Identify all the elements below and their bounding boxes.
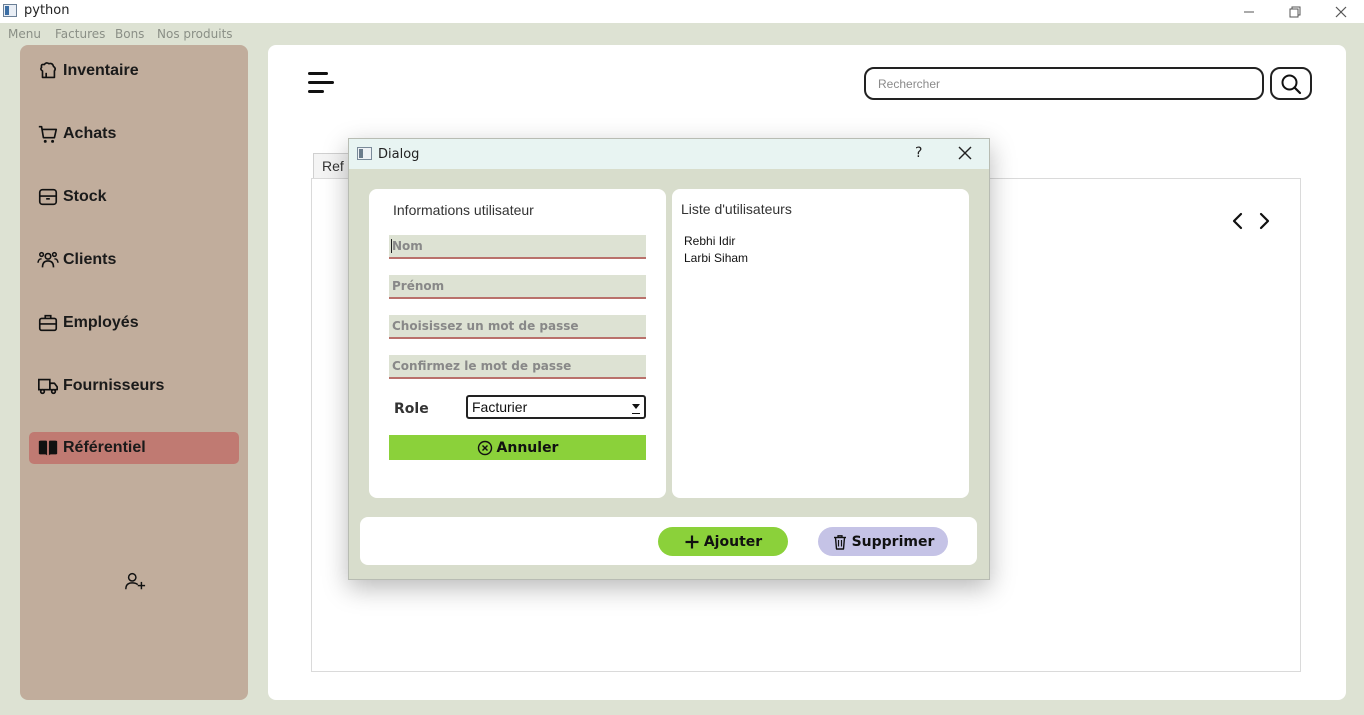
prev-arrow-icon[interactable] bbox=[1232, 212, 1243, 230]
ajouter-label: Ajouter bbox=[703, 533, 763, 550]
search-input[interactable]: Rechercher bbox=[864, 67, 1264, 100]
sidebar-item-inventaire[interactable]: Inventaire bbox=[29, 55, 239, 87]
menu-item-bons[interactable]: Bons bbox=[115, 27, 144, 41]
cart-icon bbox=[38, 125, 58, 143]
dialog-icon bbox=[357, 147, 372, 160]
sidebar-item-label: Référentiel bbox=[63, 439, 146, 456]
sidebar-item-stock[interactable]: Stock bbox=[29, 181, 239, 213]
menu-bar: Menu Factures Bons Nos produits bbox=[0, 23, 1364, 45]
sidebar-item-label: Clients bbox=[63, 251, 117, 268]
list-item[interactable]: Rebhi Idir bbox=[684, 234, 735, 248]
user-dialog: Dialog ? Informations utilisateur Nom Pr… bbox=[348, 138, 990, 580]
sidebar-item-label: Inventaire bbox=[63, 62, 139, 79]
sidebar-item-achats[interactable]: Achats bbox=[29, 118, 239, 150]
user-info-title: Informations utilisateur bbox=[393, 202, 534, 218]
supprimer-label: Supprimer bbox=[851, 533, 935, 550]
tab-referentiel[interactable]: Ref bbox=[313, 153, 353, 179]
hamburger-menu-icon[interactable] bbox=[308, 72, 334, 94]
confirm-password-field[interactable]: Confirmez le mot de passe bbox=[389, 355, 646, 379]
sidebar-item-label: Achats bbox=[63, 125, 117, 142]
plus-icon bbox=[685, 535, 699, 548]
nom-field[interactable]: Nom bbox=[389, 235, 646, 259]
search-button[interactable] bbox=[1270, 67, 1312, 100]
prenom-field[interactable]: Prénom bbox=[389, 275, 646, 299]
dialog-title: Dialog bbox=[378, 147, 420, 162]
search-icon bbox=[1281, 74, 1302, 94]
menu-item-nos-produits[interactable]: Nos produits bbox=[157, 27, 233, 41]
list-item[interactable]: Larbi Siham bbox=[684, 251, 748, 265]
user-list-title: Liste d'utilisateurs bbox=[681, 201, 792, 217]
next-arrow-icon[interactable] bbox=[1259, 212, 1270, 230]
role-select[interactable]: Facturier bbox=[466, 395, 646, 419]
sidebar-item-label: Stock bbox=[63, 188, 107, 205]
chevron-down-icon bbox=[632, 404, 640, 409]
pagination-arrows bbox=[1232, 212, 1270, 230]
sidebar-item-clients[interactable]: Clients bbox=[29, 244, 239, 276]
close-icon[interactable] bbox=[1318, 0, 1364, 23]
inventory-icon bbox=[40, 62, 56, 79]
supprimer-button[interactable]: Supprimer bbox=[818, 527, 948, 556]
user-list-card: Liste d'utilisateurs Rebhi Idir Larbi Si… bbox=[672, 189, 969, 498]
annuler-button[interactable]: Annuler bbox=[389, 435, 646, 460]
ajouter-button[interactable]: Ajouter bbox=[658, 527, 788, 556]
sidebar-item-fournisseurs[interactable]: Fournisseurs bbox=[29, 370, 239, 402]
actions-bar: Ajouter Supprimer bbox=[360, 517, 977, 565]
clients-icon bbox=[37, 251, 59, 268]
book-icon bbox=[38, 440, 58, 456]
minimize-icon[interactable] bbox=[1226, 0, 1272, 23]
sidebar: Inventaire Achats Stock Clients Employés… bbox=[20, 45, 248, 700]
menu-item-menu[interactable]: Menu bbox=[8, 27, 41, 41]
title-bar: python bbox=[0, 0, 1364, 23]
role-select-value: Facturier bbox=[472, 399, 528, 415]
truck-icon bbox=[38, 378, 58, 395]
restore-icon[interactable] bbox=[1272, 0, 1318, 23]
sidebar-item-label: Employés bbox=[63, 314, 139, 331]
menu-item-factures[interactable]: Factures bbox=[55, 27, 105, 41]
add-user-icon[interactable] bbox=[124, 570, 146, 592]
dialog-title-bar: Dialog ? bbox=[349, 139, 989, 169]
briefcase-icon bbox=[38, 314, 58, 332]
app-icon bbox=[3, 4, 17, 17]
help-button[interactable]: ? bbox=[915, 145, 922, 161]
user-info-card: Informations utilisateur Nom Prénom Choi… bbox=[369, 189, 666, 498]
trash-icon bbox=[833, 534, 846, 550]
cancel-circle-icon bbox=[477, 440, 492, 455]
sidebar-item-employes[interactable]: Employés bbox=[29, 307, 239, 339]
role-label: Role bbox=[394, 401, 429, 417]
stock-icon bbox=[38, 188, 58, 206]
sidebar-item-label: Fournisseurs bbox=[63, 377, 165, 394]
window-title: python bbox=[24, 3, 70, 18]
sidebar-item-referentiel[interactable]: Référentiel bbox=[29, 432, 239, 464]
dialog-close-icon[interactable] bbox=[957, 145, 973, 161]
annuler-label: Annuler bbox=[496, 439, 559, 456]
password-field[interactable]: Choisissez un mot de passe bbox=[389, 315, 646, 339]
